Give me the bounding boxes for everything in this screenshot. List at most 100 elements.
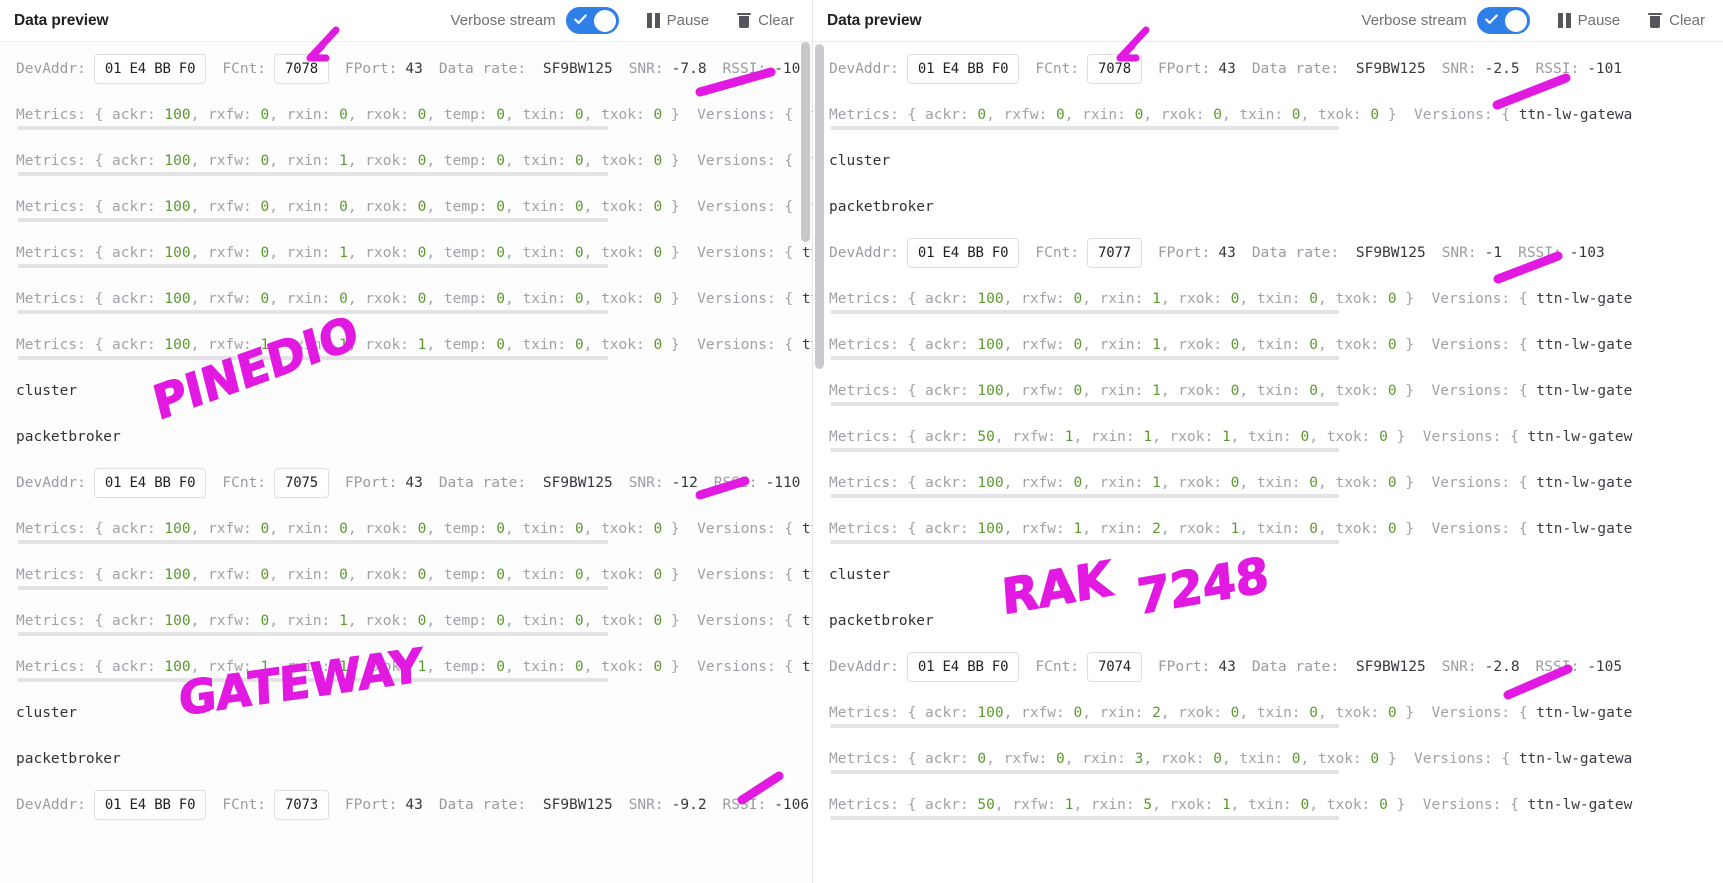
left-event-stream[interactable]: DevAddr:01 E4 BB F0FCnt:7078FPort:43Data… <box>0 42 812 883</box>
metric-sep: , <box>1004 383 1021 399</box>
fcnt-label: FCnt: <box>222 61 266 77</box>
fport-label: FPort: <box>1158 659 1210 675</box>
right-event-stream[interactable]: DevAddr:01 E4 BB F0FCnt:7078FPort:43Data… <box>813 42 1723 883</box>
metric-key-txok: txok: <box>601 613 653 629</box>
metrics-close: } <box>662 199 697 215</box>
rssi-label: RSSI: <box>714 475 758 491</box>
metric-sep: , <box>191 613 208 629</box>
left-vertical-scrollbar[interactable] <box>801 42 810 883</box>
snr-label: SNR: <box>1442 61 1477 77</box>
fcnt-value[interactable]: 7075 <box>274 468 329 498</box>
metric-key-ackr: ackr: <box>925 475 977 491</box>
fcnt-value[interactable]: 7078 <box>1087 54 1142 84</box>
fcnt-value[interactable]: 7073 <box>274 790 329 820</box>
metric-sep: , <box>505 291 522 307</box>
metric-key-temp: temp: <box>444 107 496 123</box>
metric-value-rxfw: 1 <box>1065 429 1074 445</box>
metrics-row: Metrics: { ackr: 50, rxfw: 1, rxin: 5, r… <box>813 782 1723 828</box>
snr-value: -12 <box>672 475 698 491</box>
metric-value-txok: 0 <box>653 291 662 307</box>
metric-sep: , <box>191 153 208 169</box>
metric-key-temp: temp: <box>444 337 496 353</box>
fcnt-value[interactable]: 7074 <box>1087 652 1142 682</box>
metrics-underline <box>831 494 1339 498</box>
metric-key-rxok: rxok: <box>365 337 417 353</box>
metric-sep: , <box>1004 291 1021 307</box>
left-panel-header: Data preview Verbose stream Pause Clear <box>0 0 812 42</box>
fcnt-value[interactable]: 7077 <box>1087 238 1142 268</box>
metric-key-txok: txok: <box>601 291 653 307</box>
metric-value-txin: 0 <box>1309 521 1318 537</box>
right-vertical-scrollbar[interactable] <box>815 42 824 883</box>
metric-key-rxfw: rxfw: <box>1004 107 1056 123</box>
metric-key-rxfw: rxfw: <box>1021 337 1073 353</box>
metrics-label: Metrics: { <box>16 659 112 675</box>
metric-value-ackr: 50 <box>977 429 994 445</box>
metric-value-txok: 0 <box>653 199 662 215</box>
metric-key-txok: txok: <box>1327 797 1379 813</box>
metric-key-rxfw: rxfw: <box>208 521 260 537</box>
metric-key-rxin: rxin: <box>287 153 339 169</box>
metric-sep: , <box>1082 705 1099 721</box>
versions-value: ttn-lw-gatew <box>1528 797 1633 813</box>
devaddr-value[interactable]: 01 E4 BB F0 <box>907 238 1020 268</box>
metric-value-txok: 0 <box>653 521 662 537</box>
datarate-value: SF9BW125 <box>534 475 613 491</box>
metric-sep: , <box>505 153 522 169</box>
metric-value-rxin: 0 <box>339 521 348 537</box>
metric-value-rxin: 2 <box>1152 521 1161 537</box>
metric-key-rxfw: rxfw: <box>1012 429 1064 445</box>
metric-value-txin: 0 <box>575 107 584 123</box>
metric-sep: , <box>191 521 208 537</box>
metric-sep: , <box>1073 429 1090 445</box>
left-verbose-stream-toggle[interactable] <box>566 7 619 34</box>
metric-value-rxin: 3 <box>1135 751 1144 767</box>
metric-value-txin: 0 <box>575 291 584 307</box>
left-verbose-stream-label: Verbose stream <box>451 12 556 29</box>
fcnt-label: FCnt: <box>222 797 266 813</box>
metric-sep: , <box>269 199 286 215</box>
metric-sep: , <box>584 107 601 123</box>
scrollbar-thumb[interactable] <box>801 42 810 242</box>
metric-sep: , <box>191 567 208 583</box>
metrics-underline <box>18 126 608 130</box>
right-verbose-stream-toggle[interactable] <box>1477 7 1530 34</box>
metric-sep: , <box>1239 705 1256 721</box>
devaddr-value[interactable]: 01 E4 BB F0 <box>94 790 207 820</box>
devaddr-value[interactable]: 01 E4 BB F0 <box>94 468 207 498</box>
metric-key-ackr: ackr: <box>112 521 164 537</box>
devaddr-value[interactable]: 01 E4 BB F0 <box>907 54 1020 84</box>
scrollbar-thumb[interactable] <box>815 44 824 369</box>
left-clear-button[interactable]: Clear <box>737 12 794 29</box>
metric-sep: , <box>269 567 286 583</box>
left-pause-button[interactable]: Pause <box>647 12 710 29</box>
fport-label: FPort: <box>1158 61 1210 77</box>
metric-key-txok: txok: <box>601 199 653 215</box>
metric-value-rxfw: 0 <box>260 567 269 583</box>
packet-summary-row: DevAddr:01 E4 BB F0FCnt:7078FPort:43Data… <box>813 46 1723 92</box>
metric-value-txin: 0 <box>1309 337 1318 353</box>
devaddr-value[interactable]: 01 E4 BB F0 <box>94 54 207 84</box>
metrics-label: Metrics: { <box>16 567 112 583</box>
left-pause-label: Pause <box>667 12 710 29</box>
metric-sep: , <box>348 613 365 629</box>
versions-label: Versions: { <box>697 613 802 629</box>
metrics-label: Metrics: { <box>16 199 112 215</box>
devaddr-value[interactable]: 01 E4 BB F0 <box>907 652 1020 682</box>
metric-key-temp: temp: <box>444 659 496 675</box>
right-clear-button[interactable]: Clear <box>1648 12 1705 29</box>
metric-sep: , <box>426 291 443 307</box>
metrics-label: Metrics: { <box>829 291 925 307</box>
metric-sep: , <box>1231 797 1248 813</box>
versions-value: ttn-lw-gate <box>1536 291 1632 307</box>
metric-sep: , <box>1161 337 1178 353</box>
metric-sep: , <box>426 337 443 353</box>
metrics-underline <box>18 586 608 590</box>
metric-sep: , <box>505 337 522 353</box>
metric-value-rxin: 0 <box>339 199 348 215</box>
right-pause-button[interactable]: Pause <box>1558 12 1621 29</box>
metric-sep: , <box>505 613 522 629</box>
fcnt-value[interactable]: 7078 <box>274 54 329 84</box>
fport-label: FPort: <box>345 797 397 813</box>
datarate-label: Data rate: <box>1252 245 1339 261</box>
